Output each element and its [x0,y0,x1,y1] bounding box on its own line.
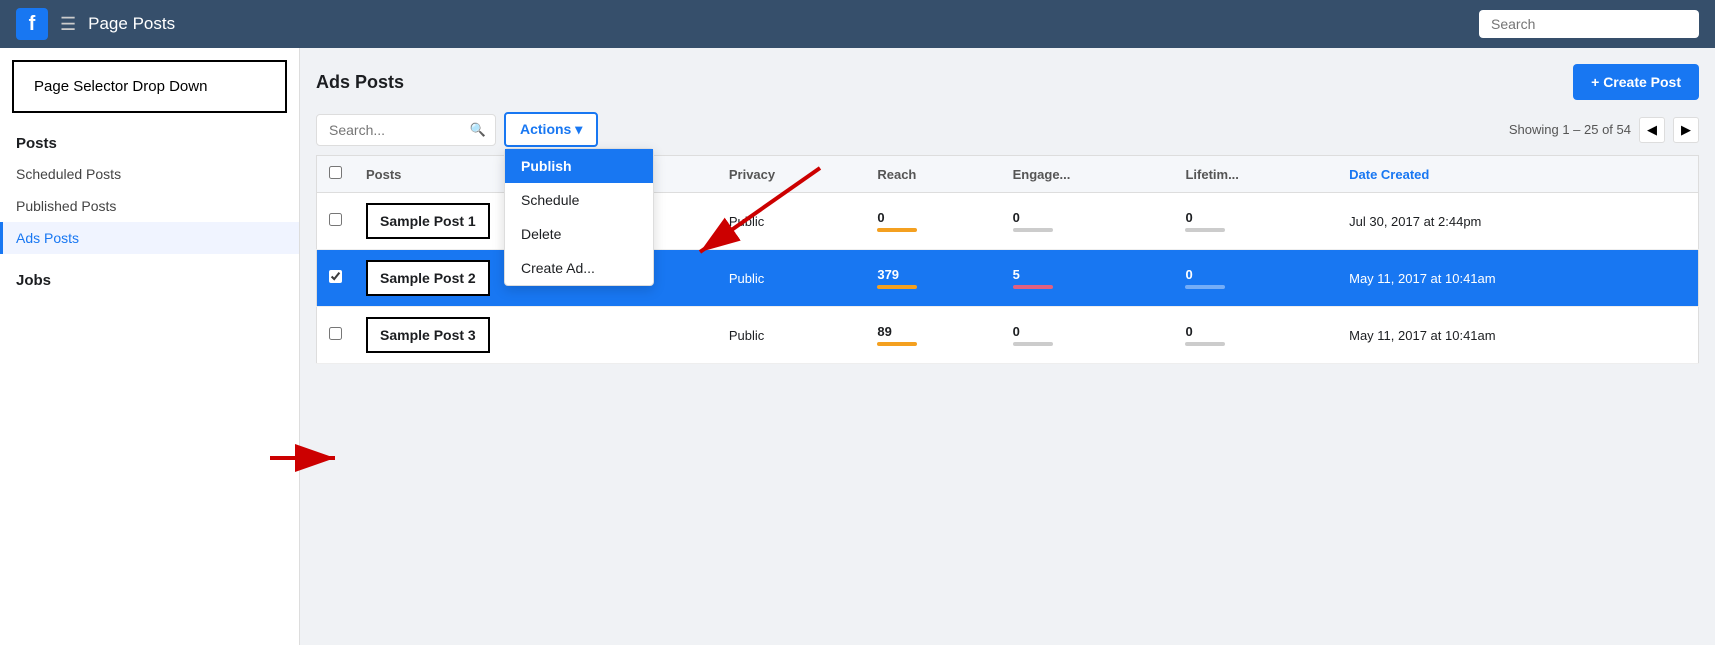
row3-engage: 0 [1001,307,1174,364]
row2-lifetime: 0 [1173,250,1337,307]
th-date-created: Date Created [1337,156,1698,193]
th-reach: Reach [865,156,1000,193]
pagination-text: Showing 1 – 25 of 54 [1509,122,1631,137]
row3-preview-cell [666,307,717,364]
hamburger-icon[interactable]: ☰ [60,14,76,35]
dropdown-item-create-ad[interactable]: Create Ad... [505,251,653,285]
row2-reach-val: 379 [877,267,988,282]
row3-checkbox-cell [317,307,355,364]
row2-checkbox[interactable] [329,270,342,283]
row2-preview-cell [666,250,717,307]
actions-dropdown-menu: Publish Schedule Delete Create Ad... [504,148,654,286]
row2-checkbox-cell [317,250,355,307]
row2-engage-bar [1013,285,1053,289]
row1-reach: 0 [865,193,1000,250]
th-preview [666,156,717,193]
row3-lifetime: 0 [1173,307,1337,364]
sidebar: Page Selector Drop Down Posts Scheduled … [0,48,300,645]
row2-reach: 379 [865,250,1000,307]
row3-engage-val: 0 [1013,324,1162,339]
content-header: Ads Posts + Create Post [316,64,1699,100]
th-privacy: Privacy [717,156,865,193]
next-page-button[interactable]: ▶ [1673,117,1699,143]
th-lifetime: Lifetim... [1173,156,1337,193]
row3-privacy: Public [717,307,865,364]
row3-lifetime-val: 0 [1185,324,1325,339]
pagination-info: Showing 1 – 25 of 54 ◀ ▶ [1509,117,1699,143]
row3-checkbox[interactable] [329,327,342,340]
row3-reach-val: 89 [877,324,988,339]
row1-engage-bar [1013,228,1053,232]
row2-post-box: Sample Post 2 [366,260,490,296]
top-nav: f ☰ Page Posts [0,0,1715,48]
row2-privacy: Public [717,250,865,307]
row1-reach-val: 0 [877,210,988,225]
dropdown-item-delete[interactable]: Delete [505,217,653,251]
sidebar-item-ads-posts[interactable]: Ads Posts [0,222,299,254]
row1-date: Jul 30, 2017 at 2:44pm [1337,193,1698,250]
content-title: Ads Posts [316,72,404,93]
row3-post-cell: Sample Post 3 [354,307,666,364]
sidebar-item-scheduled-posts[interactable]: Scheduled Posts [0,158,299,190]
row1-engage-val: 0 [1013,210,1162,225]
row2-date: May 11, 2017 at 10:41am [1337,250,1698,307]
row1-checkbox[interactable] [329,213,342,226]
facebook-logo: f [16,8,48,40]
row1-checkbox-cell [317,193,355,250]
row2-engage-val: 5 [1013,267,1162,282]
table-row: Sample Post 3 Public 89 0 0 [317,307,1699,364]
dropdown-item-publish[interactable]: Publish [505,149,653,183]
actions-button[interactable]: Actions ▾ [504,112,598,147]
row3-post-box: Sample Post 3 [366,317,490,353]
dropdown-item-schedule[interactable]: Schedule [505,183,653,217]
sidebar-item-published-posts[interactable]: Published Posts [0,190,299,222]
main-content: Ads Posts + Create Post 🔍 Actions ▾ Publ… [300,48,1715,645]
page-selector-dropdown[interactable]: Page Selector Drop Down [12,60,287,113]
row3-reach-bar [877,342,917,346]
main-layout: Page Selector Drop Down Posts Scheduled … [0,48,1715,645]
row1-lifetime-bar [1185,228,1225,232]
row1-engage: 0 [1001,193,1174,250]
sidebar-section-posts: Posts [0,125,299,158]
row1-preview-cell [666,193,717,250]
prev-page-button[interactable]: ◀ [1639,117,1665,143]
search-wrap: 🔍 [316,114,496,146]
row1-reach-bar [877,228,917,232]
row2-engage: 5 [1001,250,1174,307]
select-all-checkbox[interactable] [329,166,342,179]
create-post-button[interactable]: + Create Post [1573,64,1699,100]
row3-reach: 89 [865,307,1000,364]
row1-lifetime: 0 [1173,193,1337,250]
row3-lifetime-bar [1185,342,1225,346]
toolbar: 🔍 Actions ▾ Publish Schedule Delete Crea… [316,112,1699,147]
row2-lifetime-bar [1185,285,1225,289]
th-checkbox [317,156,355,193]
row3-date: May 11, 2017 at 10:41am [1337,307,1698,364]
row1-post-box: Sample Post 1 [366,203,490,239]
row1-lifetime-val: 0 [1185,210,1325,225]
row1-privacy: Public [717,193,865,250]
actions-dropdown-wrap: Actions ▾ Publish Schedule Delete Create… [504,112,598,147]
row3-engage-bar [1013,342,1053,346]
row2-lifetime-val: 0 [1185,267,1325,282]
nav-title: Page Posts [88,14,175,34]
search-icon: 🔍 [470,122,486,138]
row2-reach-bar [877,285,917,289]
sidebar-section-jobs: Jobs [0,262,299,295]
nav-search-input[interactable] [1479,10,1699,38]
th-engage: Engage... [1001,156,1174,193]
